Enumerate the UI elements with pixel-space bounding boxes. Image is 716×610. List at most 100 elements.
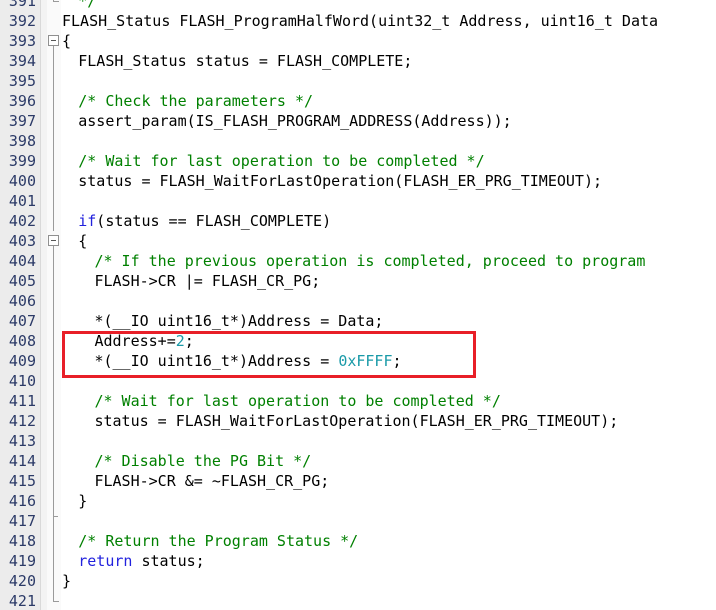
line-number: 395 [8,72,36,90]
code-line[interactable]: 421 [0,591,716,610]
code-line-text: return status; [78,551,204,571]
line-number: 401 [8,192,36,210]
code-line[interactable]: 414 /* Disable the PG Bit */ [0,451,716,471]
code-token: { [78,232,88,250]
code-token: 0xFFFF [338,352,393,370]
code-line[interactable]: 391 */ [0,0,716,11]
code-line-text: status = FLASH_WaitForLastOperation(FLAS… [78,171,602,191]
code-line[interactable]: 405 FLASH->CR |= FLASH_CR_PG; [0,271,716,291]
line-number: 400 [8,172,36,190]
code-token: ; [392,352,402,370]
line-number: 406 [8,292,36,310]
code-token: status; [132,552,205,570]
code-token: FLASH->CR &= ~FLASH_CR_PG; [94,472,330,490]
code-token: *(__IO uint16_t*)Address = Data; [94,312,384,330]
code-line[interactable]: 407 *(__IO uint16_t*)Address = Data; [0,311,716,331]
line-number: 393 [8,32,36,50]
code-line[interactable]: 418 /* Return the Program Status */ [0,531,716,551]
code-line-text: { [78,231,87,251]
code-line[interactable]: 415 FLASH->CR &= ~FLASH_CR_PG; [0,471,716,491]
code-line-text: status = FLASH_WaitForLastOperation(FLAS… [94,411,618,431]
code-line-text: Address+=2; [94,331,193,351]
code-token: *(__IO uint16_t*)Address = [94,352,339,370]
line-number: 414 [8,452,36,470]
line-number: 408 [8,332,36,350]
code-line-text: { [62,31,71,51]
code-line[interactable]: 420} [0,571,716,591]
code-line[interactable]: 403 { [0,231,716,251]
code-line[interactable]: 402 if(status == FLASH_COMPLETE) [0,211,716,231]
code-line[interactable]: 416} [0,491,716,511]
code-line[interactable]: 399 /* Wait for last operation to be comp… [0,151,716,171]
code-line[interactable]: 395 [0,71,716,91]
code-token: (status == FLASH_COMPLETE) [96,212,332,230]
code-line-text: /* Check the parameters */ [78,91,313,111]
code-line-text: assert_param(IS_FLASH_PROGRAM_ADDRESS(Ad… [78,111,511,131]
line-number: 421 [8,592,36,610]
code-token: status = FLASH_WaitForLastOperation(FLAS… [94,412,619,430]
code-line[interactable]: 409 *(__IO uint16_t*)Address = 0xFFFF; [0,351,716,371]
code-token: } [78,492,88,510]
code-token: 2 [175,332,185,350]
code-line-text: FLASH_Status FLASH_ProgramHalfWord(uint3… [62,11,658,31]
line-number: 407 [8,312,36,330]
line-number: 403 [8,232,36,250]
code-line-text: /* Return the Program Status */ [78,531,358,551]
code-line[interactable]: 400 status = FLASH_WaitForLastOperation(F… [0,171,716,191]
code-line[interactable]: 413 [0,431,716,451]
line-number: 396 [8,92,36,110]
code-line[interactable]: 412 status = FLASH_WaitForLastOperation(F… [0,411,716,431]
line-number: 410 [8,372,36,390]
line-number: 402 [8,212,36,230]
line-number: 392 [8,12,36,30]
code-line-text: /* If the previous operation is complete… [94,251,645,271]
code-token: */ [78,0,97,10]
code-token: /* Return the Program Status */ [78,532,359,550]
code-token: /* Check the parameters */ [78,92,314,110]
code-line[interactable]: 392 FLASH_Status FLASH_ProgramHalfWord(ui… [0,11,716,31]
code-line[interactable]: 397 assert_param(IS_FLASH_PROGRAM_ADDRESS… [0,111,716,131]
code-token: /* Disable the PG Bit */ [94,452,312,470]
code-line[interactable]: 417 [0,511,716,531]
code-token: if [78,212,97,230]
line-number: 404 [8,252,36,270]
code-line[interactable]: 396 /* Check the parameters */ [0,91,716,111]
code-token: FLASH->CR |= FLASH_CR_PG; [94,272,321,290]
code-line-text: /* Disable the PG Bit */ [94,451,311,471]
code-token: } [62,572,72,590]
code-token: assert_param(IS_FLASH_PROGRAM_ADDRESS(Ad… [78,112,512,130]
line-number: 409 [8,352,36,370]
code-token: status = FLASH_WaitForLastOperation(FLAS… [78,172,603,190]
code-line[interactable]: 401 [0,191,716,211]
code-token: /* Wait for last operation to be complet… [94,392,501,410]
line-number: 398 [8,132,36,150]
line-number: 411 [8,392,36,410]
code-token: FLASH_Status status = FLASH_COMPLETE; [78,52,413,70]
line-number: 418 [8,532,36,550]
code-line[interactable]: 419 return status; [0,551,716,571]
line-number: 397 [8,112,36,130]
line-number: 415 [8,472,36,490]
code-line-text: *(__IO uint16_t*)Address = Data; [94,311,383,331]
code-line[interactable]: 408 Address+=2; [0,331,716,351]
code-line-text: } [78,491,87,511]
code-line[interactable]: 406 [0,291,716,311]
line-number: 405 [8,272,36,290]
code-token: Address+= [94,332,176,350]
code-line[interactable]: 398 [0,131,716,151]
line-number: 419 [8,552,36,570]
code-line[interactable]: 410 [0,371,716,391]
code-line[interactable]: 411 /* Wait for last operation to be comp… [0,391,716,411]
code-line[interactable]: 394 FLASH_Status status = FLASH_COMPLETE; [0,51,716,71]
line-number: 417 [8,512,36,530]
code-line[interactable]: 393 { [0,31,716,51]
code-token: return [78,552,133,570]
code-token: { [62,32,72,50]
code-line[interactable]: 404 /* If the previous operation is compl… [0,251,716,271]
code-editor[interactable]: 391 */ 392 FLASH_Status FLASH_ProgramHalfWo… [0,0,716,610]
code-line-text: FLASH_Status status = FLASH_COMPLETE; [78,51,412,71]
code-line-text: */ [78,0,96,11]
code-line-text: *(__IO uint16_t*)Address = 0xFFFF; [94,351,401,371]
line-number: 416 [8,492,36,510]
code-line-text: FLASH->CR &= ~FLASH_CR_PG; [94,471,329,491]
